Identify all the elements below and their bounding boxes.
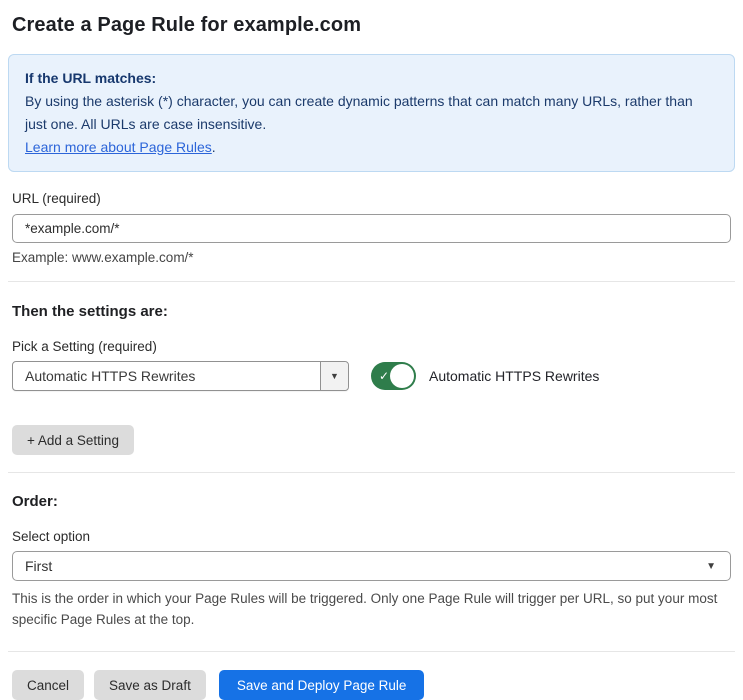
setting-dropdown[interactable]: Automatic HTTPS Rewrites ▼ bbox=[12, 361, 349, 391]
info-box-link-line: Learn more about Page Rules. bbox=[25, 136, 718, 159]
url-input[interactable] bbox=[12, 214, 731, 243]
info-box-body: By using the asterisk (*) character, you… bbox=[25, 93, 693, 132]
caret-down-icon: ▼ bbox=[330, 371, 339, 381]
url-field-label: URL (required) bbox=[12, 191, 101, 206]
pick-setting-label: Pick a Setting (required) bbox=[12, 339, 157, 354]
order-select-value: First bbox=[25, 558, 53, 574]
page-title: Create a Page Rule for example.com bbox=[12, 14, 362, 36]
caret-down-icon: ▼ bbox=[706, 560, 716, 572]
toggle-knob bbox=[390, 364, 414, 388]
toggle-label: Automatic HTTPS Rewrites bbox=[429, 368, 600, 384]
divider bbox=[8, 281, 735, 282]
setting-dropdown-button[interactable]: ▼ bbox=[320, 362, 348, 390]
order-hint: This is the order in which your Page Rul… bbox=[12, 591, 718, 627]
settings-section-heading: Then the settings are: bbox=[12, 303, 168, 320]
divider bbox=[8, 651, 735, 652]
order-section-heading: Order: bbox=[12, 493, 58, 510]
order-select-label: Select option bbox=[12, 529, 91, 544]
learn-more-link[interactable]: Learn more about Page Rules bbox=[25, 139, 212, 155]
setting-dropdown-value: Automatic HTTPS Rewrites bbox=[25, 368, 196, 384]
order-select[interactable]: First ▼ bbox=[12, 551, 731, 581]
setting-row: Automatic HTTPS Rewrites ▼ ✓ Automatic H… bbox=[12, 361, 731, 391]
form-actions: Cancel Save as Draft Save and Deploy Pag… bbox=[12, 670, 731, 700]
add-setting-button[interactable]: + Add a Setting bbox=[12, 425, 134, 455]
https-rewrites-toggle[interactable]: ✓ bbox=[371, 362, 416, 390]
cancel-button[interactable]: Cancel bbox=[12, 670, 85, 700]
url-field-hint: Example: www.example.com/* bbox=[12, 250, 194, 265]
link-suffix: . bbox=[211, 139, 216, 155]
divider bbox=[8, 472, 735, 473]
save-and-deploy-button[interactable]: Save and Deploy Page Rule bbox=[218, 670, 425, 700]
create-page-rule-form: Create a Page Rule for example.com If th… bbox=[0, 0, 743, 700]
info-box-heading: If the URL matches: bbox=[25, 70, 157, 86]
save-as-draft-button[interactable]: Save as Draft bbox=[94, 670, 206, 700]
url-matches-info-box: If the URL matches: By using the asteris… bbox=[8, 54, 735, 172]
check-icon: ✓ bbox=[379, 369, 390, 383]
